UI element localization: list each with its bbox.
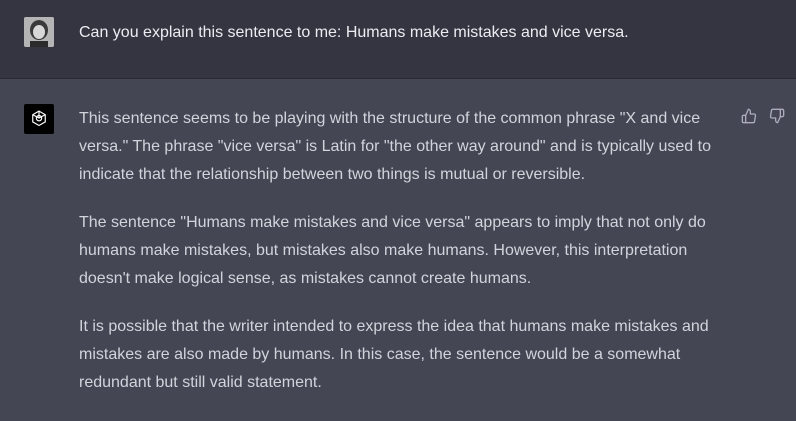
user-message-row: Can you explain this sentence to me: Hum… bbox=[0, 0, 796, 79]
assistant-paragraph: This sentence seems to be playing with t… bbox=[79, 110, 711, 183]
assistant-paragraph: It is possible that the writer intended … bbox=[79, 318, 709, 391]
feedback-buttons bbox=[740, 107, 786, 125]
assistant-message-text: This sentence seems to be playing with t… bbox=[79, 105, 739, 417]
user-message-text: Can you explain this sentence to me: Hum… bbox=[79, 24, 629, 41]
thumbs-down-icon[interactable] bbox=[768, 107, 786, 125]
thumbs-up-icon[interactable] bbox=[740, 107, 758, 125]
openai-logo-icon bbox=[24, 104, 54, 134]
assistant-message-row: This sentence seems to be playing with t… bbox=[0, 79, 796, 421]
user-avatar-image bbox=[24, 17, 54, 47]
assistant-paragraph: The sentence "Humans make mistakes and v… bbox=[79, 214, 706, 287]
user-avatar bbox=[24, 17, 54, 47]
